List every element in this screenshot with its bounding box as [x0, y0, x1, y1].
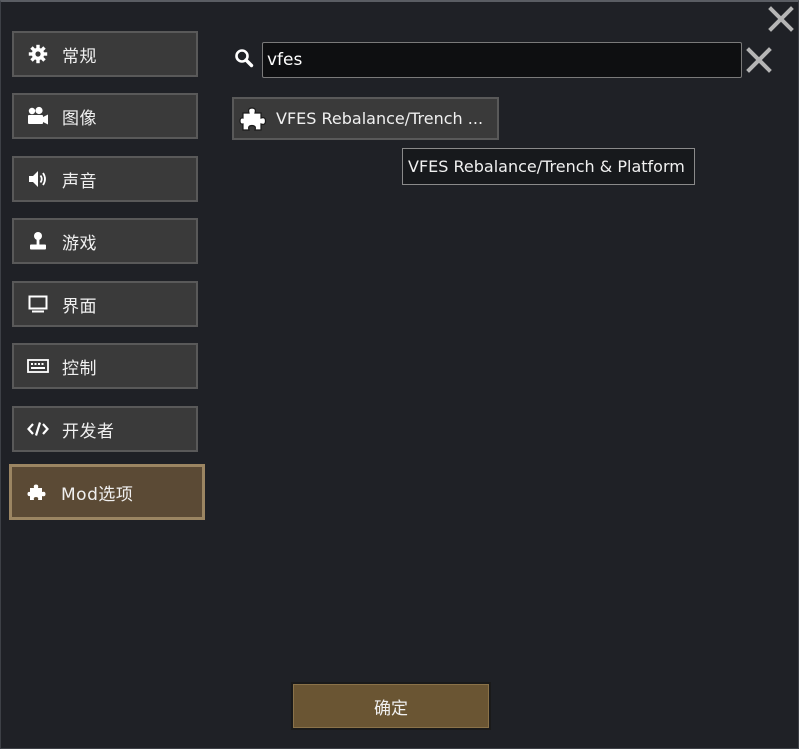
- search-clear-button[interactable]: [746, 47, 772, 73]
- puzzle-icon: [26, 481, 48, 503]
- sidebar-item-label: 图像: [62, 108, 97, 129]
- window-close-button[interactable]: [768, 6, 794, 32]
- search-input[interactable]: [262, 42, 742, 78]
- search-icon: [234, 48, 254, 68]
- mod-button-label: VFES Rebalance/Trench ...: [276, 109, 484, 128]
- tooltip: VFES Rebalance/Trench & Platform: [402, 148, 695, 185]
- sidebar-item-mod-options[interactable]: Mod选项: [9, 464, 205, 520]
- close-icon: [768, 6, 794, 32]
- sidebar-item-general[interactable]: 常规: [12, 31, 198, 77]
- sidebar-item-graphics[interactable]: 图像: [12, 93, 198, 139]
- sidebar-item-label: Mod选项: [61, 484, 134, 505]
- keyboard-icon: [27, 355, 49, 377]
- gear-icon: [27, 43, 49, 65]
- sidebar-item-label: 游戏: [62, 233, 97, 254]
- code-icon: [27, 418, 49, 440]
- sidebar-item-sound[interactable]: 声音: [12, 156, 198, 202]
- sidebar-item-controls[interactable]: 控制: [12, 343, 198, 389]
- puzzle-icon: [239, 105, 267, 133]
- sidebar-item-label: 界面: [62, 296, 97, 317]
- sidebar-item-label: 控制: [62, 358, 97, 379]
- sidebar-item-gameplay[interactable]: 游戏: [12, 218, 198, 264]
- sidebar-item-label: 开发者: [62, 421, 115, 442]
- monitor-icon: [27, 293, 49, 315]
- confirm-button[interactable]: 确定: [291, 682, 491, 730]
- speaker-icon: [27, 168, 49, 190]
- sidebar-item-label: 常规: [62, 46, 97, 67]
- joystick-icon: [27, 230, 49, 252]
- camera-icon: [27, 105, 49, 127]
- sidebar-item-developer[interactable]: 开发者: [12, 406, 198, 452]
- mod-settings-button[interactable]: VFES Rebalance/Trench ...: [232, 97, 499, 140]
- sidebar-item-interface[interactable]: 界面: [12, 281, 198, 327]
- close-icon: [746, 47, 772, 73]
- options-window: 常规 图像 声音 游戏 界面 控制 开发者 Mod选项 vfes VFES Re…: [0, 0, 799, 749]
- sidebar-item-label: 声音: [62, 171, 97, 192]
